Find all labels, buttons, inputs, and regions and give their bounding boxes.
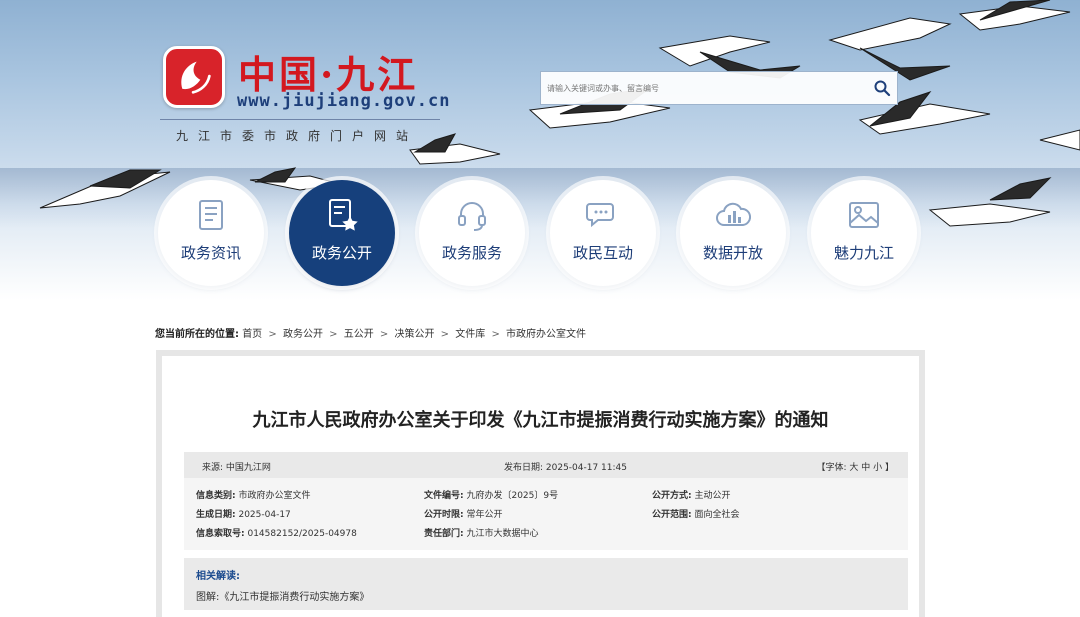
nav-label: 数据开放: [702, 244, 763, 262]
nav-item-gov-open[interactable]: 政务公开: [289, 180, 395, 286]
breadcrumb-label: 您当前所在的位置:: [155, 329, 239, 340]
nav-item-interaction[interactable]: 政民互动: [550, 180, 656, 286]
breadcrumb-five-open[interactable]: 五公开: [344, 329, 374, 340]
info-value: 常年公开: [466, 510, 503, 520]
site-domain: www.jiujiang.gov.cn: [237, 91, 451, 111]
search-box: [540, 71, 898, 105]
breadcrumb-separator: >: [379, 329, 389, 340]
info-open-scope: 公开范围: 面向全社会: [652, 507, 740, 520]
info-key: 公开范围:: [652, 510, 692, 520]
logo-divider: [160, 119, 440, 120]
search-input[interactable]: [541, 72, 861, 104]
font-size-switcher[interactable]: 【字体: 大 中 小 】: [817, 460, 894, 473]
info-value: 九江市大数据中心: [466, 529, 539, 539]
site-subtitle: 九江市委市政府门户网站: [176, 129, 419, 143]
nav-item-charm-jiujiang[interactable]: 魅力九江: [811, 180, 917, 286]
cloud-chart-icon: [716, 202, 751, 226]
related-link[interactable]: 图解:《九江市提振消费行动实施方案》: [196, 588, 369, 603]
info-key: 公开方式:: [652, 491, 692, 501]
breadcrumb-file-library[interactable]: 文件库: [455, 329, 485, 340]
info-dept: 责任部门: 九江市大数据中心: [424, 526, 539, 539]
headset-icon: [458, 202, 486, 231]
related-title: 相关解读:: [196, 571, 240, 582]
article-publish-date: 发布日期: 2025-04-17 11:45: [504, 463, 627, 473]
info-table: 信息类别: 市政府办公室文件 文件编号: 九府办发〔2025〕9号 公开方式: …: [184, 478, 908, 550]
info-open-mode: 公开方式: 主动公开: [652, 488, 731, 501]
breadcrumb-decision-open[interactable]: 决策公开: [394, 329, 434, 340]
article-title: 九江市人民政府办公室关于印发《九江市提振消费行动实施方案》的通知: [252, 410, 829, 431]
info-value: 2025-04-17: [238, 510, 291, 520]
info-open-time: 公开时限: 常年公开: [424, 507, 503, 520]
info-key: 公开时限:: [424, 510, 464, 520]
article-source: 来源: 中国九江网: [202, 463, 271, 473]
document-star-icon: [329, 199, 358, 231]
info-created: 生成日期: 2025-04-17: [196, 507, 291, 520]
logo-emblem-icon: [181, 61, 211, 94]
breadcrumb-gov-open[interactable]: 政务公开: [283, 329, 323, 340]
info-value: 面向全社会: [694, 510, 740, 520]
site-logo[interactable]: [163, 46, 225, 108]
info-key: 生成日期:: [196, 510, 236, 520]
info-value: 014582152/2025-04978: [247, 529, 357, 539]
info-key: 信息索取号:: [196, 529, 245, 539]
breadcrumb-home[interactable]: 首页: [242, 329, 262, 340]
info-key: 责任部门:: [424, 529, 464, 539]
nav-item-open-data[interactable]: 数据开放: [680, 180, 786, 286]
search-icon[interactable]: [873, 79, 891, 97]
info-value: 九府办发〔2025〕9号: [466, 491, 559, 501]
nav-label: 政民互动: [572, 244, 633, 262]
image-icon: [849, 202, 879, 228]
article-meta-bar: 来源: 中国九江网 发布日期: 2025-04-17 11:45 【字体: 大 …: [184, 452, 908, 478]
chat-bubbles-icon: [586, 203, 614, 228]
info-doc-no: 文件编号: 九府办发〔2025〕9号: [424, 488, 558, 501]
info-value: 主动公开: [694, 491, 731, 501]
breadcrumb-separator: >: [491, 329, 500, 340]
breadcrumb-current[interactable]: 市政府办公室文件: [506, 329, 586, 340]
breadcrumb-separator: >: [440, 329, 450, 340]
nav-item-gov-news[interactable]: 政务资讯: [158, 180, 264, 286]
document-icon: [199, 200, 223, 230]
info-value: 市政府办公室文件: [238, 491, 311, 501]
nav-label: 政务公开: [311, 244, 372, 262]
article-panel: 九江市人民政府办公室关于印发《九江市提振消费行动实施方案》的通知 来源: 中国九…: [156, 350, 925, 617]
related-reading: 相关解读: 图解:《九江市提振消费行动实施方案》: [184, 558, 908, 610]
info-key: 文件编号:: [424, 491, 464, 501]
nav-item-gov-service[interactable]: 政务服务: [419, 180, 525, 286]
breadcrumb-separator: >: [329, 329, 338, 340]
info-index: 信息索取号: 014582152/2025-04978: [196, 526, 357, 539]
nav-label: 政务资讯: [180, 244, 241, 262]
nav-label: 魅力九江: [833, 244, 894, 262]
info-category: 信息类别: 市政府办公室文件: [196, 488, 311, 501]
breadcrumb: 您当前所在的位置: 首页 > 政务公开 > 五公开 > 决策公开 > 文件库 >…: [155, 325, 586, 340]
breadcrumb-separator: >: [268, 329, 277, 340]
nav-label: 政务服务: [441, 244, 502, 262]
info-key: 信息类别:: [196, 491, 236, 501]
